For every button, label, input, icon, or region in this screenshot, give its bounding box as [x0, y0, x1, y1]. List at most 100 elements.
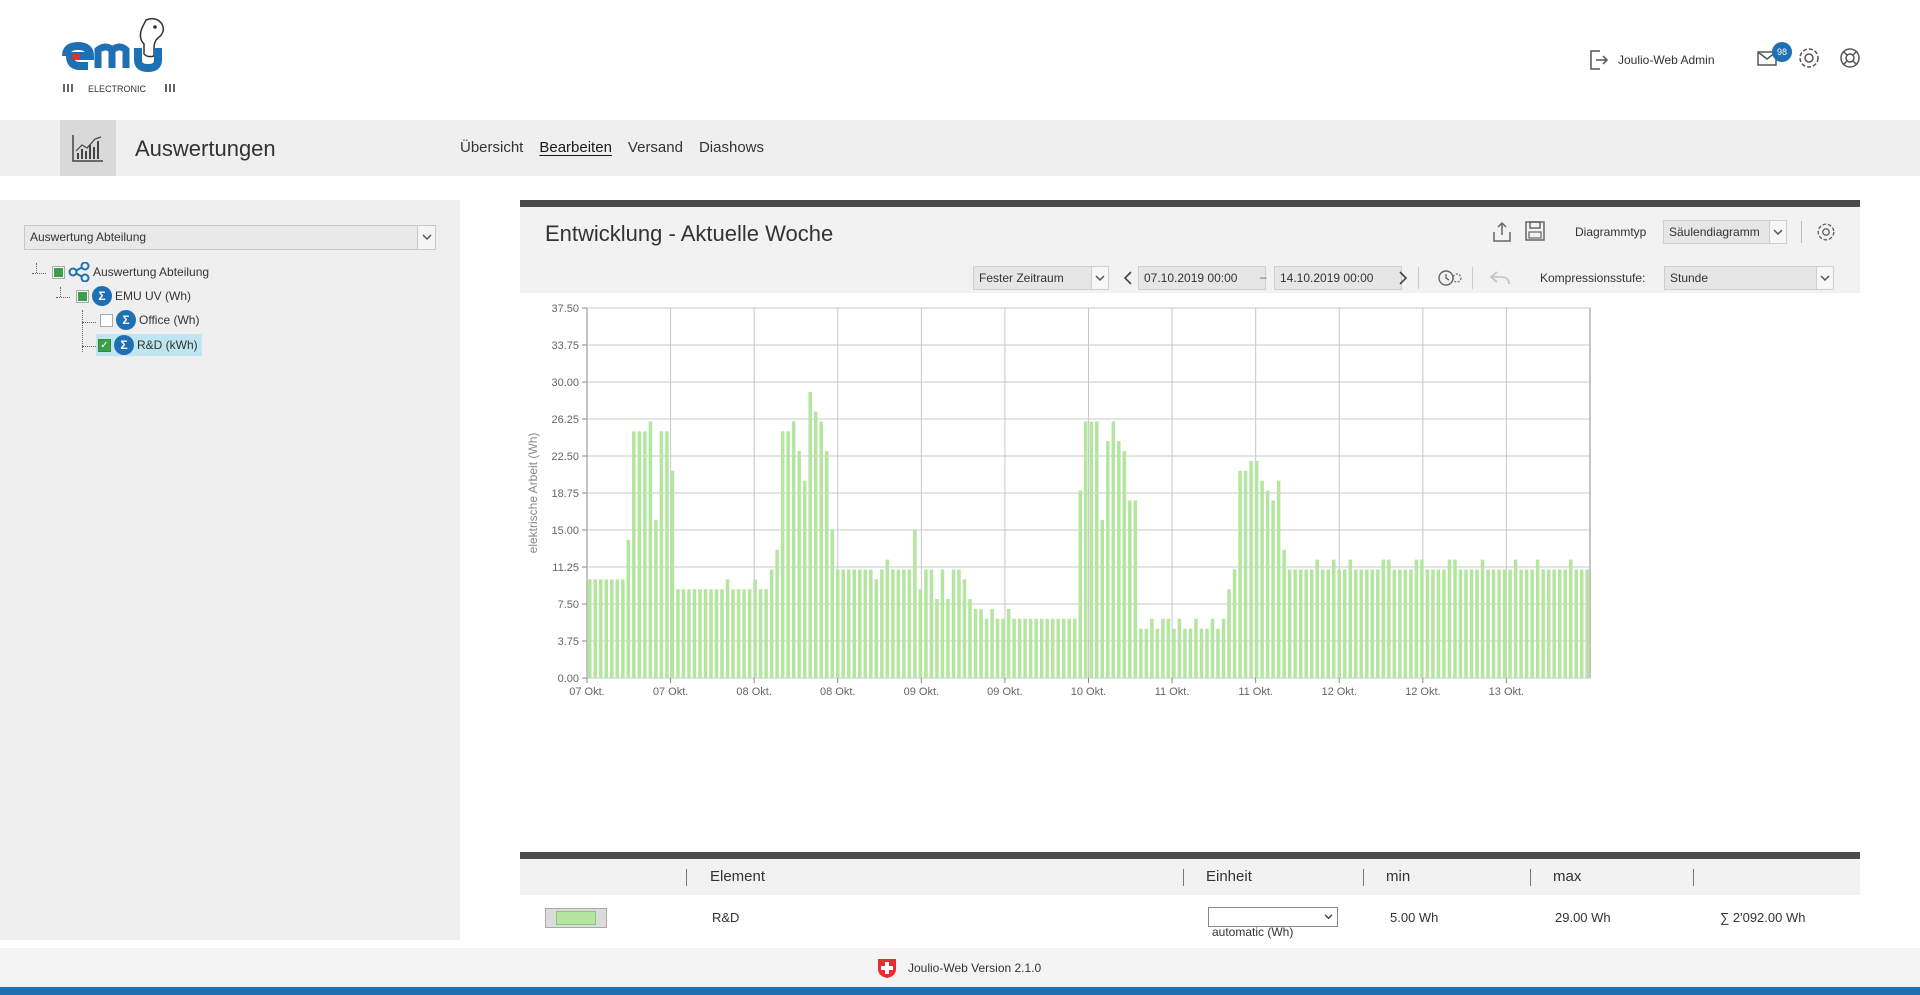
tab-dispatch[interactable]: Versand: [628, 139, 683, 156]
bar: [1365, 569, 1369, 678]
bar: [1497, 569, 1501, 678]
bar: [863, 569, 868, 678]
bar: [797, 451, 801, 678]
save-icon[interactable]: [1524, 220, 1546, 242]
bar-chart: 0.00 3.75 7.50 11.25 15.00 18.75 22.50 26.25 30.…: [526, 303, 1591, 698]
bar: [808, 391, 812, 678]
date-to-input[interactable]: 14.10.2019 00:00: [1274, 266, 1402, 290]
period-mode-select[interactable]: Fester Zeitraum: [973, 266, 1109, 290]
panel-top-border: [520, 200, 1860, 207]
x-tick-label: 09 Okt.: [904, 686, 939, 698]
tree-node-rnd[interactable]: ✓ Σ R&D (kWh): [96, 334, 202, 356]
bar: [1095, 421, 1099, 678]
module-tabs: Übersicht Bearbeiten Versand Diashows: [460, 139, 764, 156]
bar: [676, 589, 680, 678]
y-tick-label: 33.75: [551, 340, 579, 352]
bar: [1442, 569, 1446, 678]
bar: [1337, 569, 1342, 678]
row-element: R&D: [712, 910, 740, 925]
bar: [1012, 618, 1016, 678]
bar: [1282, 549, 1286, 678]
tab-slideshows[interactable]: Diashows: [699, 139, 764, 156]
tree-checkbox[interactable]: [52, 265, 65, 279]
tree-node-label: Office (Wh): [139, 313, 200, 327]
sigma-icon: Σ: [116, 310, 136, 330]
tree-checkbox[interactable]: ✓: [98, 338, 111, 352]
x-tick-label: 08 Okt.: [736, 686, 771, 698]
compression-select[interactable]: Stunde: [1664, 266, 1834, 290]
tree-node-emu-uv[interactable]: Σ EMU UV (Wh): [76, 286, 191, 306]
export-icon[interactable]: [1490, 220, 1514, 244]
chevron-down-icon[interactable]: [1091, 267, 1108, 289]
bar: [813, 411, 818, 678]
x-tick-label: 07 Okt.: [653, 686, 688, 698]
module-navbar: Auswertungen Übersicht Bearbeiten Versan…: [0, 120, 1920, 176]
logout-icon[interactable]: [1586, 48, 1610, 72]
bar: [1133, 500, 1138, 678]
bar: [1387, 559, 1391, 678]
bar: [626, 539, 631, 678]
bar: [1034, 618, 1038, 678]
bar: [1348, 559, 1353, 678]
tab-overview[interactable]: Übersicht: [460, 139, 523, 156]
tree-checkbox[interactable]: [100, 313, 113, 327]
bar: [1557, 569, 1562, 678]
chevron-left-icon[interactable]: [1123, 270, 1133, 286]
user-name[interactable]: Joulio-Web Admin: [1618, 53, 1715, 67]
gear-icon[interactable]: [1797, 46, 1821, 70]
bar: [1398, 569, 1402, 678]
bar: [1017, 618, 1022, 678]
bar: [1541, 569, 1545, 678]
bar: [1072, 618, 1077, 678]
bar: [1139, 628, 1143, 678]
bar: [1276, 480, 1281, 678]
period-mode-value: Fester Zeitraum: [979, 271, 1064, 285]
unit-select[interactable]: automatic (Wh): [1208, 907, 1338, 939]
date-from-input[interactable]: 07.10.2019 00:00: [1138, 266, 1266, 290]
chevron-down-icon[interactable]: [1816, 267, 1833, 289]
tree-node-root[interactable]: Auswertung Abteilung: [52, 262, 209, 282]
y-tick-label: 3.75: [558, 636, 579, 648]
tree-node-office[interactable]: Σ Office (Wh): [100, 310, 199, 330]
bar: [1243, 470, 1248, 678]
sigma-icon: Σ: [114, 335, 134, 355]
bar: [654, 520, 658, 678]
bar: [1453, 559, 1457, 678]
bar: [1585, 569, 1590, 678]
evaluation-select[interactable]: Auswertung Abteilung: [24, 225, 436, 250]
x-tick-label: 13 Okt.: [1489, 686, 1524, 698]
emu-logo[interactable]: ELECTRONIC: [58, 16, 188, 106]
bar: [637, 431, 642, 678]
clock-reset-icon[interactable]: [1437, 268, 1463, 288]
bar: [720, 589, 724, 678]
gear-icon[interactable]: [1815, 221, 1837, 243]
user-menu[interactable]: Joulio-Web Admin: [1586, 48, 1715, 72]
chevron-down-icon: [1324, 914, 1333, 920]
tree-checkbox[interactable]: [76, 289, 89, 303]
bar: [1315, 559, 1319, 678]
bar: [648, 421, 653, 678]
undo-icon[interactable]: [1489, 270, 1511, 286]
tab-edit[interactable]: Bearbeiten: [539, 139, 612, 156]
series-color-swatch[interactable]: [545, 908, 607, 928]
chevron-right-icon[interactable]: [1398, 270, 1408, 286]
bar: [852, 569, 857, 678]
bar: [1205, 628, 1209, 678]
bar: [1045, 618, 1049, 678]
help-lifebuoy-icon[interactable]: [1838, 46, 1862, 70]
y-tick-label: 15.00: [551, 525, 579, 537]
analytics-module-icon[interactable]: [60, 120, 116, 176]
chart-icon: [72, 135, 103, 162]
bar: [791, 421, 796, 678]
diagram-type-select[interactable]: Säulendiagramm: [1663, 220, 1787, 244]
tree-connector: [60, 287, 61, 297]
y-axis-label: elektrische Arbeit (Wh): [526, 433, 540, 554]
bar: [703, 589, 708, 678]
bar: [935, 599, 939, 678]
footer-accent-bar: [0, 987, 1920, 995]
chevron-down-icon[interactable]: [417, 226, 435, 249]
bar: [621, 579, 625, 678]
chevron-down-icon[interactable]: [1769, 221, 1786, 243]
bar: [957, 569, 961, 678]
bar: [659, 431, 664, 678]
